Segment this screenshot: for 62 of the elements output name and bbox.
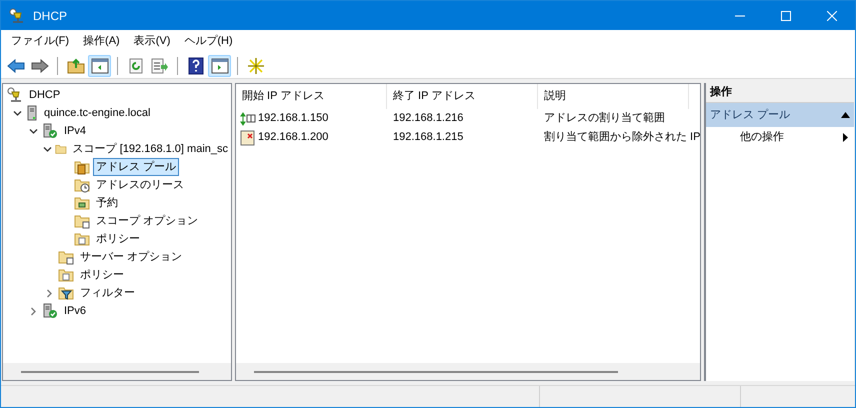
tree-item[interactable]: サーバー オプション <box>77 248 186 266</box>
menu-item[interactable]: ヘルプ(H) <box>177 32 240 52</box>
tree-item[interactable]: アドレスのリース <box>93 176 187 194</box>
window-title: DHCP <box>33 8 68 24</box>
action-item[interactable]: 他の操作 <box>706 127 854 147</box>
tree-pane-icon <box>90 58 108 74</box>
table-cell: アドレスの割り当て範囲 <box>544 112 665 124</box>
dhcp-trophy-icon <box>9 8 25 24</box>
folder-up-icon <box>66 58 84 74</box>
help-icon <box>188 56 204 74</box>
table-cell: 192.168.1.216 <box>393 112 464 124</box>
toolbar-button[interactable] <box>208 54 231 76</box>
folder-document-icon <box>58 267 74 283</box>
refresh-icon <box>128 58 144 74</box>
actions-header: 操作 <box>706 83 854 103</box>
sparkle-icon <box>246 56 264 74</box>
column-header[interactable]: 終了 IP アドレス <box>387 84 538 109</box>
tree-item[interactable]: スコープ オプション <box>93 212 202 230</box>
table-cell-text: 192.168.1.150 <box>258 111 328 126</box>
section-title: アドレス プール <box>710 108 790 123</box>
server-check-icon <box>42 303 58 319</box>
column-header[interactable]: 説明 <box>538 84 689 109</box>
tree-item[interactable]: 予約 <box>93 194 121 212</box>
tree-item[interactable]: スコープ [192.168.1.0] main_sc <box>70 140 231 158</box>
scrollbar[interactable] <box>236 363 700 380</box>
scrollbar[interactable] <box>3 363 231 380</box>
tree-item[interactable]: DHCP <box>26 86 64 104</box>
folder-page-icon <box>74 213 90 229</box>
table-cell: 192.168.1.215 <box>393 131 464 144</box>
range-arrows-icon <box>240 112 256 126</box>
tree-item[interactable]: IPv6 <box>61 302 90 320</box>
toolbar-button[interactable] <box>88 54 111 76</box>
tree-item[interactable]: アドレス プール <box>93 158 180 176</box>
server-check-icon <box>42 123 58 139</box>
folder-clock-icon <box>74 177 90 193</box>
tree-item[interactable]: IPv4 <box>61 122 90 140</box>
excluded-book-icon <box>240 130 256 146</box>
action-pane-icon <box>210 58 228 74</box>
back-arrow-icon <box>6 58 24 72</box>
export-list-icon <box>150 58 168 74</box>
tree-item[interactable]: フィルター <box>77 284 138 302</box>
server-icon <box>26 105 38 121</box>
tree-item[interactable]: ポリシー <box>93 230 143 248</box>
menu-item[interactable]: 操作(A) <box>76 32 127 52</box>
close-icon <box>827 10 837 20</box>
forward-arrow-icon <box>30 58 48 72</box>
menu-item[interactable]: 表示(V) <box>126 32 178 52</box>
folder-funnel-icon <box>58 285 74 301</box>
table-cell: 割り当て範囲から除外された IP <box>544 131 700 144</box>
folder-book-icon <box>74 159 90 175</box>
tree-item[interactable]: ポリシー <box>77 266 127 284</box>
actions-section[interactable]: アドレス プール <box>706 103 854 127</box>
dhcp-trophy-icon <box>7 87 23 103</box>
folder-document-icon <box>74 231 90 247</box>
folder-page-icon <box>58 249 74 265</box>
menu-item[interactable]: ファイル(F) <box>4 32 76 52</box>
tree-item[interactable]: quince.tc-engine.local <box>41 104 154 122</box>
submenu-arrow-icon <box>843 132 848 142</box>
table-cell-text: 192.168.1.200 <box>258 130 328 146</box>
column-header[interactable]: 開始 IP アドレス <box>236 84 387 109</box>
folder-grid-icon <box>74 195 90 211</box>
maximize-icon <box>781 10 791 20</box>
